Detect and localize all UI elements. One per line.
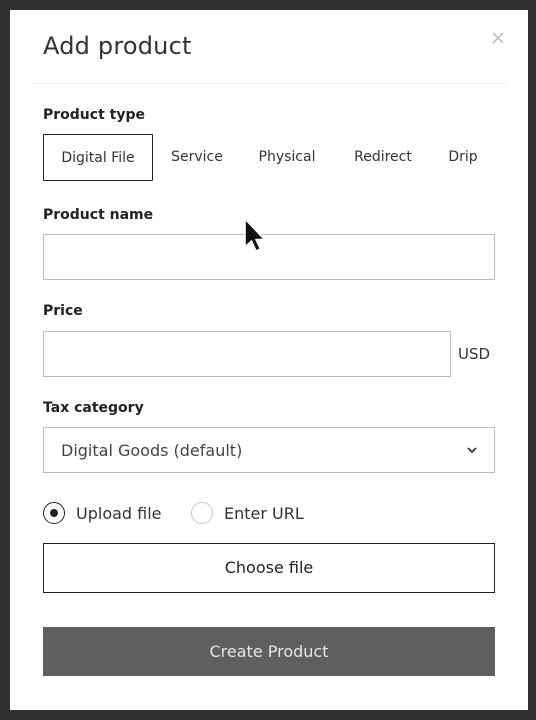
type-option-physical[interactable]: Physical bbox=[249, 134, 325, 181]
radio-dot bbox=[50, 509, 58, 517]
tax-category-value: Digital Goods (default) bbox=[61, 441, 243, 460]
radio-enter-url[interactable]: Enter URL bbox=[191, 502, 321, 528]
price-label: Price bbox=[43, 303, 83, 319]
type-option-digital-file[interactable]: Digital File bbox=[43, 134, 153, 181]
tax-category-label: Tax category bbox=[43, 400, 144, 416]
radio-upload-file[interactable]: Upload file bbox=[43, 502, 173, 528]
choose-file-button[interactable]: Choose file bbox=[43, 543, 495, 593]
product-name-input[interactable] bbox=[43, 234, 495, 280]
radio-label-enter-url: Enter URL bbox=[224, 504, 304, 523]
tax-category-select[interactable]: Digital Goods (default) bbox=[43, 427, 495, 473]
type-option-service[interactable]: Service bbox=[161, 134, 233, 181]
product-type-selector: Digital File Service Physical Redirect D… bbox=[43, 134, 495, 181]
product-type-label: Product type bbox=[43, 107, 145, 123]
chevron-down-icon bbox=[467, 447, 477, 454]
currency-label: USD bbox=[458, 345, 491, 363]
radio-button-unselected[interactable] bbox=[191, 502, 213, 524]
modal-header: Add product bbox=[32, 10, 506, 84]
add-product-modal: Add product Product type Digital File Se… bbox=[10, 10, 528, 710]
product-name-label: Product name bbox=[43, 207, 154, 223]
create-product-button[interactable]: Create Product bbox=[43, 627, 495, 676]
radio-button-selected[interactable] bbox=[43, 502, 65, 524]
radio-label-upload-file: Upload file bbox=[76, 504, 162, 523]
close-icon bbox=[492, 32, 504, 44]
close-button[interactable] bbox=[490, 30, 506, 46]
modal-title: Add product bbox=[43, 32, 192, 60]
mouse-pointer-icon bbox=[244, 218, 266, 252]
price-input[interactable] bbox=[43, 331, 451, 377]
type-option-drip[interactable]: Drip bbox=[439, 134, 487, 181]
type-option-redirect[interactable]: Redirect bbox=[343, 134, 423, 181]
